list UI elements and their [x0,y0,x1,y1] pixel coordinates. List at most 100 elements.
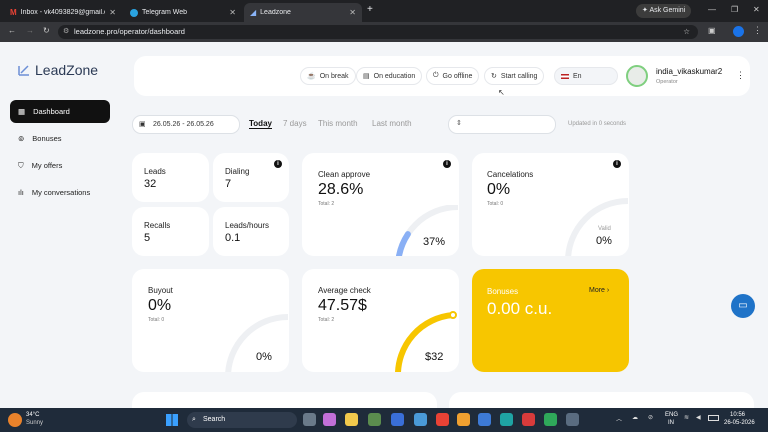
filter-today[interactable]: Today [249,119,272,129]
tab-leadzone[interactable]: ◢ Leadzone ✕ [244,3,362,22]
chevron-right-icon: › [606,287,610,294]
site-info-icon[interactable]: ⚙ [63,25,69,39]
ask-gemini-button[interactable]: ✦ Ask Gemini [636,4,692,18]
hp-icon[interactable] [391,413,404,426]
office-icon[interactable] [436,413,449,426]
start-calling-label: Start calling [500,72,538,80]
leads-label: Leads [144,167,166,176]
date-range-picker[interactable]: ▣ 26.05.26 - 26.05.26 [132,115,240,134]
telegram-icon [130,8,138,17]
cancelations-card: Cancelations 0% Total: 0 i Valid 0% [472,153,629,256]
on-education-label: On education [373,72,416,80]
logo-icon [18,65,29,76]
chrome-icon[interactable] [457,413,470,426]
tab-gmail[interactable]: M Inbox - vk4093829@gmail.com ✕ [4,3,122,22]
username: india_vikaskumar2 [656,67,723,76]
leads-card: Leads 32 [132,153,209,202]
info-icon[interactable]: i [613,160,621,168]
tray-chevron-icon[interactable]: ︿ [616,414,622,423]
network-off-icon[interactable]: ⊘ [648,414,653,421]
profile-avatar-icon[interactable] [733,26,744,37]
leadzone-icon: ◢ [250,8,257,17]
task-view-icon[interactable] [303,413,316,426]
sidebar: LeadZone ▦ Dashboard ⊚ Bonuses ⛉ My offe… [0,42,120,408]
url-input[interactable]: ⚙ leadzone.pro/operator/dashboard ☆ [58,25,698,39]
tab-telegram[interactable]: Telegram Web ✕ [124,3,242,22]
avatar[interactable] [626,65,648,87]
filter-last-month[interactable]: Last month [372,119,412,128]
close-icon[interactable]: ✕ [109,8,116,17]
volume-icon[interactable]: ◀ [696,414,701,421]
maximize-icon[interactable]: ❐ [731,5,738,14]
filter-this-month[interactable]: This month [318,119,358,128]
browser-menu-icon[interactable]: ⋮ [753,25,762,36]
app-icon[interactable] [414,413,427,426]
chat-button[interactable]: ▭ [731,294,755,318]
forward-icon[interactable]: → [26,26,34,35]
new-tab-button[interactable]: + [367,4,373,15]
edge-icon[interactable] [500,413,513,426]
bonuses-more-link[interactable]: More › [589,287,609,294]
buyout-total: Total: 0 [148,317,165,323]
sidebar-item-conversations[interactable]: ılı My conversations [10,181,110,204]
onedrive-icon[interactable]: ☁ [632,414,638,421]
language-select[interactable]: En [554,67,618,85]
back-icon[interactable]: ← [8,26,16,35]
clean-approve-value: 28.6% [318,181,364,198]
taskbar-search[interactable]: ⌕ Search [187,412,297,428]
settings-icon[interactable] [566,413,579,426]
leads-hours-label: Leads/hours [225,221,270,230]
bookmark-icon[interactable]: ☆ [683,25,690,39]
coffee-icon: ☕ [307,73,316,80]
refresh-icon: ↻ [491,73,497,80]
clean-approve-gauge-fill [396,231,411,256]
dialing-card: Dialing 7 i [213,153,289,202]
start-calling-button[interactable]: ↻ Start calling [484,67,545,85]
average-check-total: Total: 2 [318,317,335,323]
extensions-icon[interactable]: ▣ [708,26,716,35]
close-window-icon[interactable]: ✕ [753,5,760,14]
minimize-icon[interactable]: — [708,5,716,14]
calendar-icon: ▣ [139,121,146,128]
input-lang-primary[interactable]: ENG [665,412,678,418]
offer-select[interactable]: ⇕ [448,115,556,134]
taskbar: 34°C Sunny ⌕ Search ︿ ☁ ⊘ ENG IN ≋ ◀ 10:… [0,408,768,432]
close-icon[interactable]: ✕ [349,8,356,17]
weather-icon[interactable] [8,413,22,427]
on-education-button[interactable]: ▤ On education [356,67,423,85]
sidebar-item-label: My conversations [31,188,91,197]
clean-approve-label: Clean approve [318,170,371,179]
on-break-button[interactable]: ☕ On break [300,67,356,85]
clock-time[interactable]: 10:56 [730,412,745,418]
page: LeadZone ▦ Dashboard ⊚ Bonuses ⛉ My offe… [0,42,768,422]
reload-icon[interactable]: ↻ [43,26,50,35]
sidebar-item-offers[interactable]: ⛉ My offers [10,154,110,177]
average-check-value: 47.57$ [318,297,367,314]
info-icon[interactable]: i [443,160,451,168]
buyout-value: 0% [148,297,172,314]
copilot-icon[interactable] [323,413,336,426]
leads-value: 32 [144,178,157,190]
logo[interactable]: LeadZone [18,62,98,78]
average-check-gauge-value: $32 [425,351,444,363]
wifi-icon[interactable]: ≋ [684,414,689,421]
mail-icon[interactable] [478,413,491,426]
buyout-gauge-value: 0% [256,351,272,363]
chrome-active-icon[interactable] [544,413,557,426]
grid-icon: ▦ [18,107,26,116]
sidebar-item-dashboard[interactable]: ▦ Dashboard [10,100,110,123]
filter-7days[interactable]: 7 days [283,119,307,128]
battery-icon[interactable] [708,415,719,421]
go-offline-button[interactable]: ⏻ Go offline [426,67,480,85]
close-icon[interactable]: ✕ [229,8,236,17]
url-text: leadzone.pro/operator/dashboard [74,27,185,36]
clock-date: 26-05-2026 [724,420,755,426]
file-explorer-icon[interactable] [345,413,358,426]
top-bar: ☕ On break ▤ On education ⏻ Go offline ↻ Sta… [134,56,750,96]
windows-start-icon[interactable] [166,414,178,426]
sidebar-item-bonuses[interactable]: ⊚ Bonuses [10,127,110,150]
info-icon[interactable]: i [274,160,282,168]
more-icon[interactable]: ⋮ [736,70,745,81]
wps-icon[interactable] [522,413,535,426]
store-icon[interactable] [368,413,381,426]
